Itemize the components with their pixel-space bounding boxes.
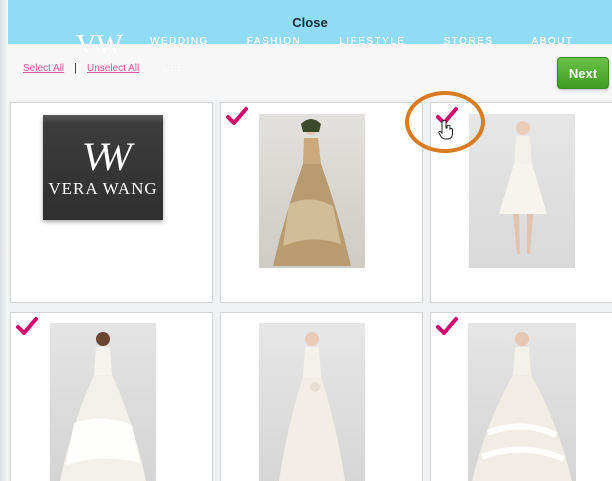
checkmark-icon[interactable] [16,317,38,335]
dress-figure [279,332,345,481]
dress-photo [468,323,576,481]
dress-photo [50,323,156,481]
background-nav-secondary: APPS [162,66,195,77]
close-label: Close [292,14,328,30]
checkmark-icon[interactable] [226,107,248,125]
unselect-all-link[interactable]: Unselect All [87,63,139,74]
background-nav-item: FASHION [246,36,302,47]
dress-figure [273,119,351,266]
background-nav: WEDDING FASHION LIFESTYLE STORES ABOUT [150,36,612,47]
dress-figure [499,121,547,254]
link-separator: | [74,62,77,74]
dress-photo [259,114,365,268]
modal-left-edge [0,0,8,481]
dress-figure [472,332,572,481]
logo-monogram: VW [82,133,132,179]
background-nav-item: WEDDING [150,36,209,47]
dress-photo [259,323,365,481]
next-button[interactable]: Next [557,57,609,89]
logo-name: VERA WANG [48,178,158,198]
background-logo: VW [76,30,123,61]
checkmark-icon[interactable] [436,317,458,335]
background-nav-item: ABOUT [531,36,574,47]
background-nav-item: LIFESTYLE [339,36,406,47]
dress-figure [60,332,146,481]
select-all-link[interactable]: Select All [23,63,64,74]
dress-photo [469,114,575,268]
vera-wang-logo: VW VERA WANG [43,115,163,220]
hand-cursor-icon [438,120,453,140]
selection-links: Select All | Unselect All [23,62,139,74]
product-selection-modal: Close VW WEDDING FASHION LIFESTYLE STORE… [0,0,612,481]
background-nav-item: STORES [443,36,494,47]
